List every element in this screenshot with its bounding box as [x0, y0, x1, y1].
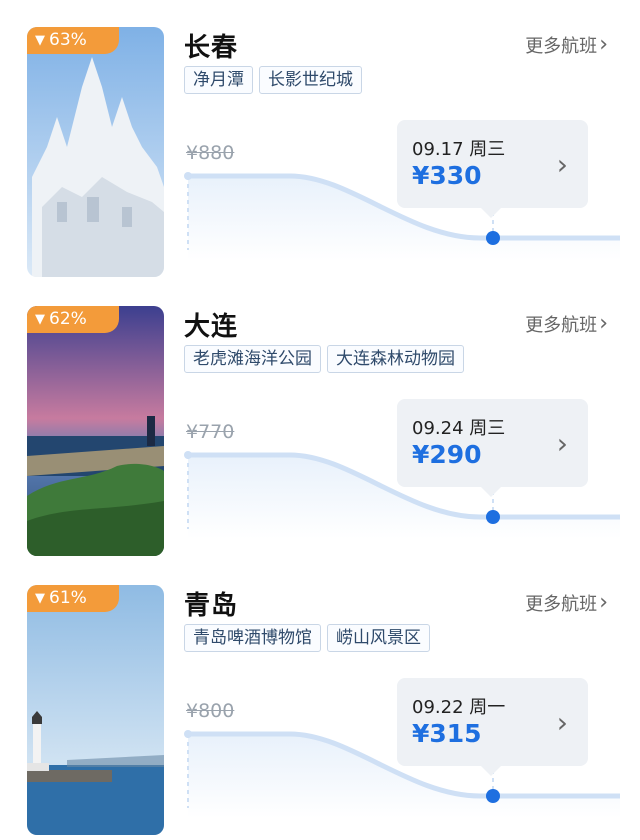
price-callout[interactable]: 09.17 周三 ¥330 › — [397, 120, 588, 218]
city-name: 青岛 — [184, 591, 239, 621]
destination-photo[interactable]: ▼ 63% — [27, 27, 164, 277]
city-name: 大连 — [184, 312, 239, 342]
destination-photo[interactable]: ▼ 62% — [27, 306, 164, 556]
flight-date: 09.22 周一 — [412, 697, 506, 718]
price-callout[interactable]: 09.24 周三 ¥290 › — [397, 399, 588, 497]
chevron-right-icon: › — [556, 148, 568, 181]
lowest-price-dot — [486, 510, 500, 524]
flight-date: 09.24 周三 — [412, 418, 506, 439]
chevron-right-icon: › — [599, 590, 608, 615]
discount-badge: ▼ 62% — [27, 306, 119, 333]
lowest-price-dot — [486, 789, 500, 803]
current-price: ¥315 — [412, 719, 482, 748]
chevron-right-icon: › — [556, 427, 568, 460]
current-price: ¥290 — [412, 440, 482, 469]
attraction-tags: 青岛啤酒博物馆 崂山风景区 — [184, 624, 430, 652]
down-arrow-icon: ▼ — [35, 312, 45, 327]
current-price: ¥330 — [412, 161, 482, 190]
attraction-tag[interactable]: 长影世纪城 — [259, 66, 362, 94]
flight-date: 09.17 周三 — [412, 139, 506, 160]
chevron-right-icon: › — [599, 311, 608, 336]
attraction-tag[interactable]: 崂山风景区 — [327, 624, 430, 652]
lowest-price-dot — [486, 231, 500, 245]
city-name: 长春 — [184, 33, 239, 63]
discount-badge: ▼ 63% — [27, 27, 119, 54]
chevron-right-icon: › — [556, 706, 568, 739]
more-flights-link[interactable]: 更多航班 › — [525, 590, 608, 616]
destination-card-dalian[interactable]: ▼ 62% 大连 更多航班 › 老虎滩海洋公园 大连森林动物园 ¥770 09.… — [0, 279, 640, 556]
attraction-tag[interactable]: 大连森林动物园 — [327, 345, 464, 373]
more-flights-link[interactable]: 更多航班 › — [525, 32, 608, 58]
destination-card-changchun[interactable]: ▼ 63% 长春 更多航班 › 净月潭 长影世纪城 ¥880 09.17 周三 … — [0, 0, 640, 277]
destination-photo[interactable]: ▼ 61% — [27, 585, 164, 835]
price-callout[interactable]: 09.22 周一 ¥315 › — [397, 678, 588, 776]
down-arrow-icon: ▼ — [35, 33, 45, 48]
attraction-tag[interactable]: 青岛啤酒博物馆 — [184, 624, 321, 652]
down-arrow-icon: ▼ — [35, 591, 45, 606]
attraction-tag[interactable]: 净月潭 — [184, 66, 253, 94]
chevron-right-icon: › — [599, 32, 608, 57]
attraction-tag[interactable]: 老虎滩海洋公园 — [184, 345, 321, 373]
destination-card-qingdao[interactable]: ▼ 61% 青岛 更多航班 › 青岛啤酒博物馆 崂山风景区 ¥800 09.22… — [0, 558, 640, 835]
more-flights-link[interactable]: 更多航班 › — [525, 311, 608, 337]
attraction-tags: 净月潭 长影世纪城 — [184, 66, 362, 94]
attraction-tags: 老虎滩海洋公园 大连森林动物园 — [184, 345, 464, 373]
discount-badge: ▼ 61% — [27, 585, 119, 612]
